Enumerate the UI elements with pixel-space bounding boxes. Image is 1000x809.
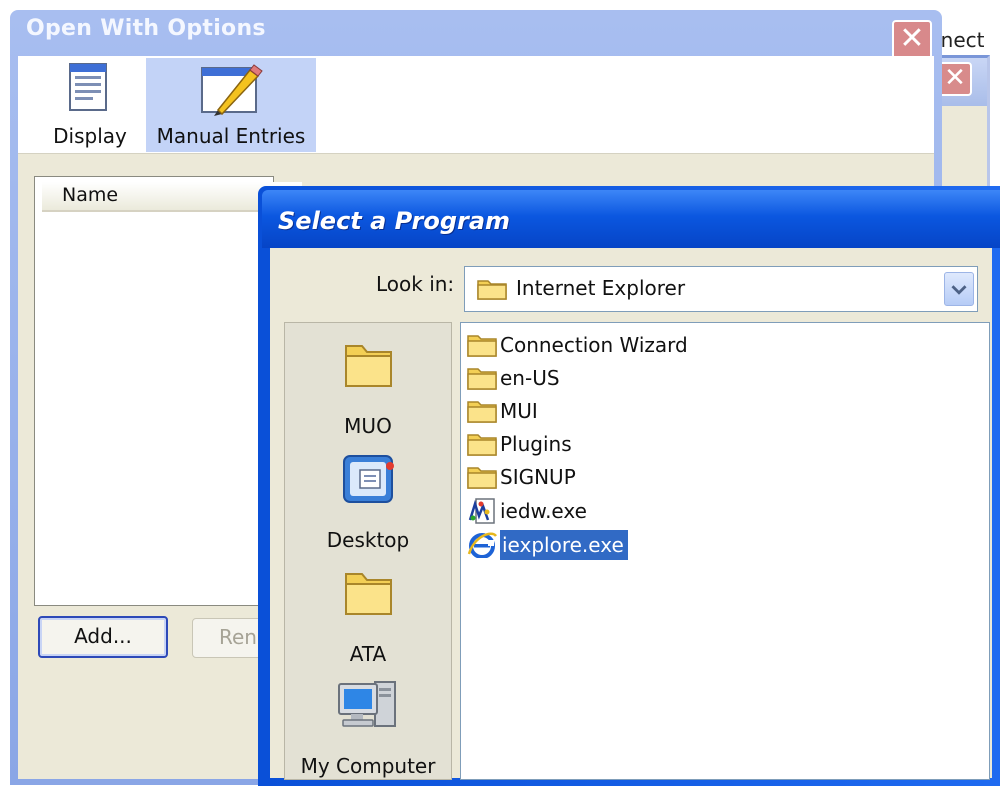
entries-list[interactable] bbox=[34, 176, 274, 606]
place-desktop[interactable]: Desktop bbox=[284, 450, 452, 562]
place-label: ATA bbox=[349, 642, 387, 666]
file-name: Plugins bbox=[500, 432, 572, 456]
pencil-window-icon bbox=[201, 64, 263, 116]
chevron-down-icon[interactable] bbox=[944, 272, 974, 306]
file-name: iedw.exe bbox=[500, 499, 587, 523]
place-label: MUO bbox=[344, 414, 392, 438]
folder-icon bbox=[467, 434, 497, 456]
place-ata[interactable]: ATA bbox=[284, 564, 452, 676]
file-name: MUI bbox=[500, 399, 538, 423]
exe-icon bbox=[468, 498, 495, 524]
tab-display-label: Display bbox=[53, 124, 127, 148]
display-icon bbox=[69, 63, 107, 111]
folder-icon bbox=[345, 573, 392, 615]
desktop-icon bbox=[343, 455, 394, 503]
place-label: My Computer bbox=[300, 754, 436, 778]
file-name: Connection Wizard bbox=[500, 333, 688, 357]
folder-icon bbox=[345, 345, 392, 387]
close-button[interactable]: ✕ bbox=[892, 20, 932, 60]
my-computer-icon bbox=[338, 681, 396, 727]
folder-icon bbox=[477, 280, 507, 300]
look-in-label: Look in: bbox=[376, 272, 455, 296]
folder-icon bbox=[467, 335, 497, 357]
place-my-computer[interactable]: My Computer bbox=[284, 676, 452, 788]
file-name: iexplore.exe bbox=[500, 530, 628, 560]
background-close-button[interactable]: ✕ bbox=[938, 62, 972, 96]
place-muo[interactable]: MUO bbox=[284, 336, 452, 448]
place-label: Desktop bbox=[326, 528, 410, 552]
folder-icon bbox=[467, 368, 497, 390]
column-header-name[interactable]: Name bbox=[62, 184, 118, 206]
folder-icon bbox=[467, 467, 497, 489]
file-name: en-US bbox=[500, 366, 560, 390]
internet-explorer-icon bbox=[467, 532, 498, 558]
window-title: Open With Options bbox=[26, 16, 266, 41]
tab-manual-entries-label: Manual Entries bbox=[156, 124, 306, 148]
folder-icon bbox=[467, 401, 497, 423]
file-name: SIGNUP bbox=[500, 465, 576, 489]
add-button[interactable]: Add... bbox=[38, 616, 168, 658]
dialog-title: Select a Program bbox=[278, 207, 511, 235]
look-in-value: Internet Explorer bbox=[516, 276, 686, 300]
